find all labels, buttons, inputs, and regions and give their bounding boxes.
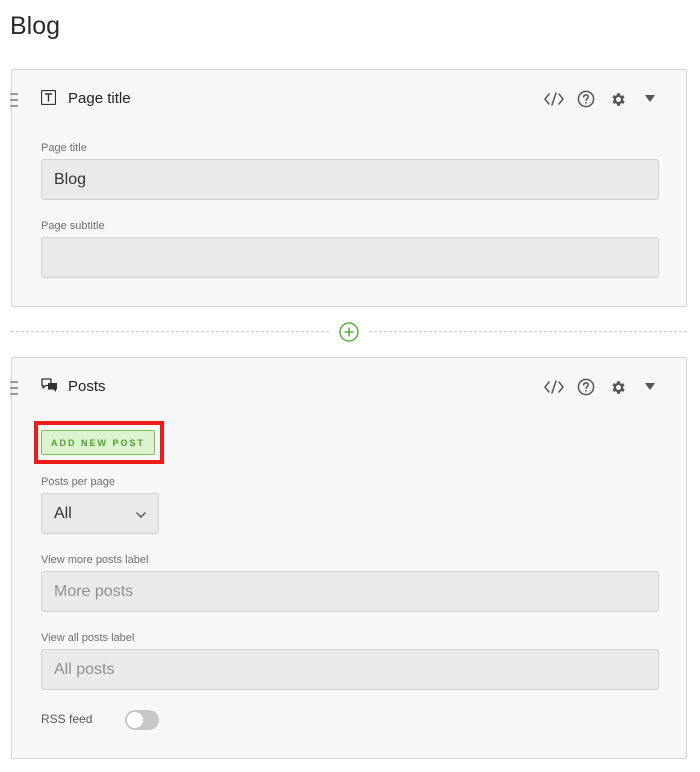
posts-per-page-select[interactable]: All	[41, 493, 159, 534]
chat-bubbles-icon	[41, 378, 57, 394]
page-title: Blog	[10, 12, 61, 40]
rss-feed-label: RSS feed	[41, 712, 93, 726]
view-more-input[interactable]	[41, 571, 659, 612]
page-title-label: Page title	[41, 142, 87, 154]
gear-icon[interactable]	[608, 89, 628, 109]
add-section-icon[interactable]	[339, 322, 359, 342]
rss-feed-toggle[interactable]	[125, 710, 159, 730]
section-title: Posts	[68, 378, 106, 395]
toggle-knob	[127, 712, 143, 728]
help-icon[interactable]	[576, 377, 596, 397]
view-more-label: View more posts label	[41, 554, 149, 566]
collapse-arrow-icon[interactable]	[640, 377, 660, 397]
gear-icon[interactable]	[608, 377, 628, 397]
page-subtitle-label: Page subtitle	[41, 220, 105, 232]
page-subtitle-input[interactable]	[41, 237, 659, 278]
view-all-input[interactable]	[41, 649, 659, 690]
view-all-label: View all posts label	[41, 632, 135, 644]
section-title: Page title	[68, 90, 131, 107]
page-title-input[interactable]	[41, 159, 659, 200]
drag-handle[interactable]	[10, 381, 18, 395]
section-toolbar	[544, 377, 660, 397]
posts-per-page-label: Posts per page	[41, 476, 115, 488]
drag-handle[interactable]	[10, 93, 18, 107]
posts-per-page-value: All	[54, 504, 72, 522]
page-title-section: Page title Page title Page subtitle	[10, 69, 687, 307]
code-icon[interactable]	[544, 89, 564, 109]
section-toolbar	[544, 89, 660, 109]
add-new-post-button[interactable]: ADD NEW POST	[41, 430, 155, 455]
posts-section: Posts ADD NEW POST Posts per page All Vi…	[10, 357, 687, 759]
collapse-arrow-icon[interactable]	[640, 89, 660, 109]
help-icon[interactable]	[576, 89, 596, 109]
text-icon	[40, 89, 57, 106]
code-icon[interactable]	[544, 377, 564, 397]
chevron-down-icon	[136, 505, 146, 523]
